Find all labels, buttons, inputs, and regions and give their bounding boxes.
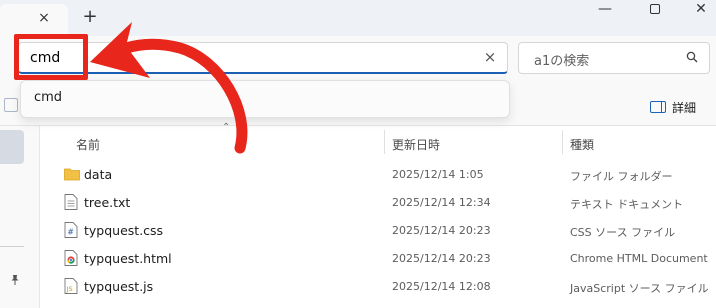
maximize-icon bbox=[650, 4, 660, 14]
autocomplete-suggestion[interactable]: cmd bbox=[34, 90, 62, 105]
tab-close-icon[interactable]: × bbox=[36, 10, 52, 26]
file-date: 2025/12/14 12:34 bbox=[392, 196, 491, 209]
sidebar-item-selected[interactable] bbox=[0, 130, 24, 164]
details-pane-label: 詳細 bbox=[672, 100, 697, 115]
file-name: data bbox=[84, 167, 113, 182]
text-file-icon bbox=[64, 194, 78, 210]
file-name: tree.txt bbox=[84, 195, 131, 210]
minimize-button[interactable]: — bbox=[582, 0, 628, 20]
file-row[interactable]: tree.txt 2025/12/14 12:34 テキスト ドキュメント bbox=[40, 188, 716, 216]
file-type: テキスト ドキュメント bbox=[570, 198, 684, 211]
column-separator[interactable] bbox=[384, 130, 385, 154]
search-placeholder: a1の検索 bbox=[534, 54, 590, 69]
folder-icon bbox=[64, 168, 80, 181]
js-file-icon: JS bbox=[64, 278, 78, 294]
column-header-type[interactable]: 種類 bbox=[570, 136, 594, 153]
chrome-html-icon bbox=[64, 250, 78, 266]
file-date: 2025/12/14 1:05 bbox=[392, 168, 484, 181]
new-tab-icon[interactable]: + bbox=[80, 7, 100, 27]
file-name: typquest.html bbox=[84, 251, 172, 266]
svg-text:JS: JS bbox=[66, 285, 73, 293]
tab-current[interactable] bbox=[0, 4, 68, 36]
highlight-box bbox=[14, 34, 88, 80]
search-icon[interactable] bbox=[686, 51, 698, 63]
file-date: 2025/12/14 20:23 bbox=[392, 252, 491, 265]
file-date: 2025/12/14 12:08 bbox=[392, 280, 491, 293]
file-date: 2025/12/14 20:23 bbox=[392, 224, 491, 237]
file-type: Chrome HTML Document bbox=[570, 252, 708, 265]
file-type: ファイル フォルダー bbox=[570, 170, 673, 183]
file-name: typquest.css bbox=[84, 223, 164, 238]
file-name: typquest.js bbox=[84, 279, 154, 294]
file-type: CSS ソース ファイル bbox=[570, 226, 676, 239]
column-header-date[interactable]: 更新日時 bbox=[392, 136, 440, 153]
column-separator[interactable] bbox=[562, 130, 563, 154]
maximize-button[interactable] bbox=[632, 0, 678, 20]
file-row[interactable]: # typquest.css 2025/12/14 20:23 CSS ソース … bbox=[40, 216, 716, 244]
address-input[interactable] bbox=[18, 42, 508, 74]
details-pane-icon bbox=[650, 101, 666, 113]
column-header-row bbox=[40, 126, 716, 158]
svg-text:#: # bbox=[67, 228, 74, 237]
sidebar-divider bbox=[0, 246, 24, 247]
sort-caret-icon: ⌃ bbox=[222, 122, 231, 133]
close-window-button[interactable]: ✕ bbox=[678, 0, 716, 20]
details-pane-button[interactable]: 詳細 bbox=[650, 97, 696, 117]
pin-icon[interactable] bbox=[9, 274, 21, 286]
file-row[interactable]: JS typquest.js 2025/12/14 12:08 JavaScri… bbox=[40, 272, 716, 300]
autocomplete-dropdown bbox=[20, 80, 510, 118]
file-type: JavaScript ソース ファイル bbox=[570, 282, 709, 295]
css-file-icon: # bbox=[64, 222, 78, 238]
column-header-name[interactable]: 名前 bbox=[76, 136, 100, 153]
file-row[interactable]: data 2025/12/14 1:05 ファイル フォルダー bbox=[40, 160, 716, 188]
clear-icon[interactable]: × bbox=[482, 48, 498, 66]
file-row[interactable]: typquest.html 2025/12/14 20:23 Chrome HT… bbox=[40, 244, 716, 272]
copy-icon[interactable] bbox=[4, 98, 18, 112]
